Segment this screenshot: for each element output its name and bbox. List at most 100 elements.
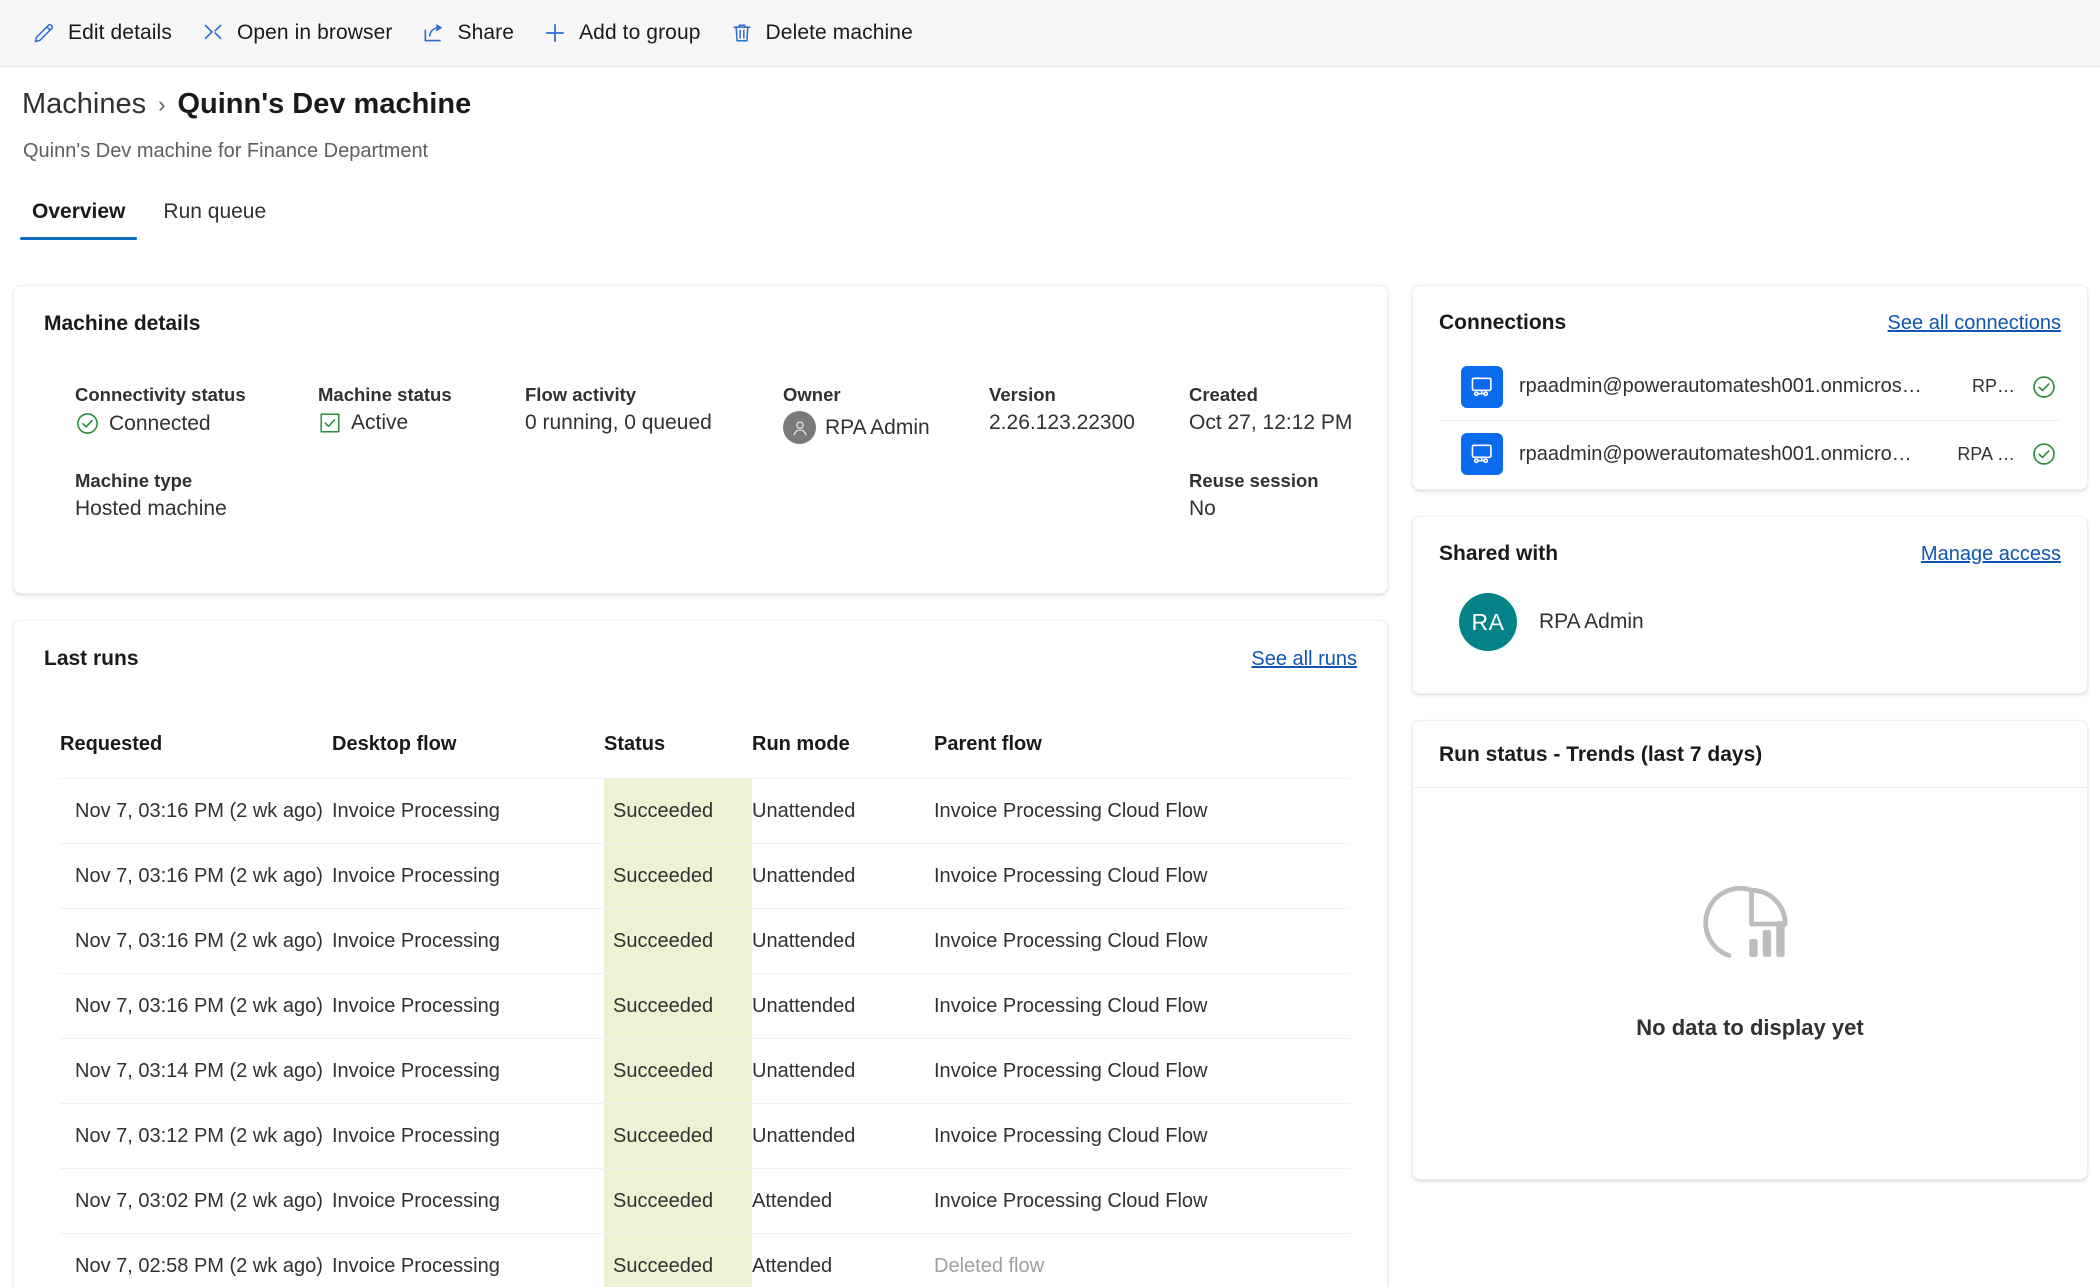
field-label: Version xyxy=(989,384,1056,405)
tab-run-queue[interactable]: Run queue xyxy=(151,196,278,240)
cell-status: Succeeded xyxy=(604,974,752,1038)
cell-desktop-flow: Invoice Processing xyxy=(332,1059,500,1082)
tab-overview[interactable]: Overview xyxy=(20,196,138,240)
table-row[interactable]: Nov 7, 03:12 PM (2 wk ago) Invoice Proce… xyxy=(60,1103,1350,1168)
cell-requested: Nov 7, 03:16 PM (2 wk ago) xyxy=(75,994,323,1017)
field-spacer-4 xyxy=(989,470,1189,521)
cell-requested: Nov 7, 03:16 PM (2 wk ago) xyxy=(75,864,323,887)
trends-title: Run status - Trends (last 7 days) xyxy=(1439,743,1763,766)
field-text: 2.26.123.22300 xyxy=(989,411,1135,434)
connections-list: rpaadmin@powerautomatesh001.onmicros… RP… xyxy=(1439,353,2061,487)
last-runs-title: Last runs xyxy=(44,647,139,670)
empty-state-text: No data to display yet xyxy=(1636,1014,1864,1040)
machine-details-grid: Connectivity status Connected Machine st… xyxy=(75,384,1449,521)
cell-status: Succeeded xyxy=(604,909,752,973)
shared-with-card: Shared with Manage access RA RPA Admin xyxy=(1412,516,2088,694)
connections-title: Connections xyxy=(1439,311,1567,334)
cell-run-mode: Unattended xyxy=(752,929,856,952)
field-text: Oct 27, 12:12 PM xyxy=(1189,411,1353,434)
cell-requested: Nov 7, 03:16 PM (2 wk ago) xyxy=(75,799,323,822)
delete-machine-button[interactable]: Delete machine xyxy=(720,9,932,57)
trends-header: Run status - Trends (last 7 days) xyxy=(1413,721,2087,788)
cell-requested: Nov 7, 03:02 PM (2 wk ago) xyxy=(75,1189,323,1212)
share-icon xyxy=(421,20,447,46)
cell-desktop-flow: Invoice Processing xyxy=(332,929,500,952)
field-value: Oct 27, 12:12 PM xyxy=(1189,411,1449,435)
share-button[interactable]: Share xyxy=(412,9,534,57)
chevron-right-icon: › xyxy=(158,92,166,117)
field-machine-type: Machine type Hosted machine xyxy=(75,470,318,521)
field-text: No xyxy=(1189,497,1216,520)
field-text: Connected xyxy=(109,411,211,435)
table-row[interactable]: Nov 7, 02:58 PM (2 wk ago) Invoice Proce… xyxy=(60,1233,1350,1287)
field-label: Created xyxy=(1189,384,1258,405)
cell-parent-flow: Invoice Processing Cloud Flow xyxy=(934,1059,1208,1082)
tab-list: Overview Run queue xyxy=(20,196,278,240)
person-name: RPA Admin xyxy=(1539,610,1644,633)
command-bar: Edit details Open in browser Share Add t… xyxy=(0,0,2100,67)
cell-desktop-flow: Invoice Processing xyxy=(332,1254,500,1277)
connections-card: Connections See all connections rpaadmin… xyxy=(1412,285,2088,490)
field-owner: Owner RPA Admin xyxy=(783,384,989,444)
machine-details-card: Machine details Connectivity status Conn… xyxy=(13,285,1388,594)
field-value: No xyxy=(1189,497,1449,521)
field-text: Active xyxy=(351,411,409,434)
field-reuse-session: Reuse session No xyxy=(1189,470,1449,521)
field-value: Hosted machine xyxy=(75,497,318,521)
add-to-group-button[interactable]: Add to group xyxy=(533,9,719,57)
cell-requested: Nov 7, 03:12 PM (2 wk ago) xyxy=(75,1124,323,1147)
cell-run-mode: Unattended xyxy=(752,994,856,1017)
breadcrumb-machines-link[interactable]: Machines xyxy=(22,88,146,121)
table-header-row: Requested Desktop flow Status Run mode P… xyxy=(60,715,1350,778)
list-item[interactable]: rpaadmin@powerautomatesh001.onmicro… RPA… xyxy=(1439,420,2061,487)
field-label: Machine status xyxy=(318,384,452,405)
table-row[interactable]: Nov 7, 03:16 PM (2 wk ago) Invoice Proce… xyxy=(60,778,1350,843)
list-item[interactable]: rpaadmin@powerautomatesh001.onmicros… RP… xyxy=(1439,353,2061,420)
cell-run-mode: Attended xyxy=(752,1254,833,1277)
field-label: Reuse session xyxy=(1189,470,1319,491)
cell-requested: Nov 7, 03:16 PM (2 wk ago) xyxy=(75,929,323,952)
shared-with-title: Shared with xyxy=(1439,542,1559,565)
column-header-requested: Requested xyxy=(60,733,163,755)
main-column: Machine details Connectivity status Conn… xyxy=(13,285,1388,1287)
see-all-runs-link[interactable]: See all runs xyxy=(1251,648,1357,671)
table-row[interactable]: Nov 7, 03:02 PM (2 wk ago) Invoice Proce… xyxy=(60,1168,1350,1233)
cell-status: Succeeded xyxy=(604,779,752,843)
connection-name: rpaadmin@powerautomatesh001.onmicro… xyxy=(1519,442,1912,465)
manage-access-link[interactable]: Manage access xyxy=(1921,543,2061,566)
field-value: 0 running, 0 queued xyxy=(525,411,783,435)
open-in-browser-label: Open in browser xyxy=(236,21,393,44)
circle-check-icon xyxy=(2031,374,2057,400)
list-item[interactable]: RA RPA Admin xyxy=(1439,593,2061,651)
cell-desktop-flow: Invoice Processing xyxy=(332,994,500,1017)
cell-desktop-flow: Invoice Processing xyxy=(332,799,500,822)
open-in-browser-button[interactable]: Open in browser xyxy=(191,9,412,57)
cell-parent-flow: Deleted flow xyxy=(934,1254,1045,1277)
share-label: Share xyxy=(457,21,515,44)
table-row[interactable]: Nov 7, 03:16 PM (2 wk ago) Invoice Proce… xyxy=(60,973,1350,1038)
cell-parent-flow: Invoice Processing Cloud Flow xyxy=(934,1124,1208,1147)
cell-parent-flow: Invoice Processing Cloud Flow xyxy=(934,929,1208,952)
pencil-icon xyxy=(31,20,57,46)
circle-check-icon xyxy=(75,411,100,436)
edit-details-button[interactable]: Edit details xyxy=(22,9,191,57)
avatar: RA xyxy=(1459,593,1517,651)
field-label: Machine type xyxy=(75,470,193,491)
table-row[interactable]: Nov 7, 03:16 PM (2 wk ago) Invoice Proce… xyxy=(60,843,1350,908)
cell-status: Succeeded xyxy=(604,1234,752,1287)
table-row[interactable]: Nov 7, 03:16 PM (2 wk ago) Invoice Proce… xyxy=(60,908,1350,973)
column-header-run-mode: Run mode xyxy=(752,733,850,755)
table-row[interactable]: Nov 7, 03:14 PM (2 wk ago) Invoice Proce… xyxy=(60,1038,1350,1103)
cell-run-mode: Attended xyxy=(752,1189,833,1212)
connections-header: Connections See all connections xyxy=(1439,311,2061,335)
field-created: Created Oct 27, 12:12 PM xyxy=(1189,384,1449,444)
machine-details-title: Machine details xyxy=(44,312,201,335)
column-header-status: Status xyxy=(604,733,666,755)
cell-requested: Nov 7, 03:14 PM (2 wk ago) xyxy=(75,1059,323,1082)
cell-run-mode: Unattended xyxy=(752,1059,856,1082)
field-text: Hosted machine xyxy=(75,497,227,520)
field-machine-status: Machine status Active xyxy=(318,384,525,444)
see-all-connections-link[interactable]: See all connections xyxy=(1888,312,2061,335)
cell-parent-flow: Invoice Processing Cloud Flow xyxy=(934,1189,1208,1212)
connection-owner: RP… xyxy=(1971,376,2015,396)
